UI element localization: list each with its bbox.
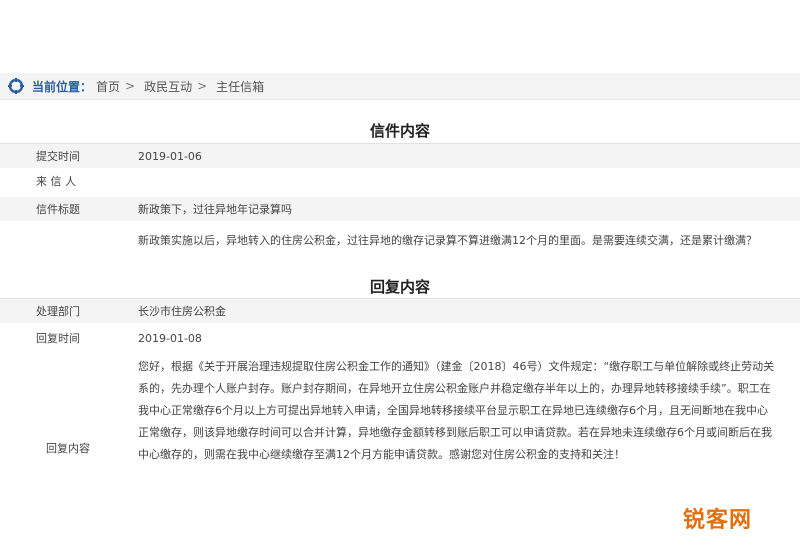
breadcrumb-separator: >	[197, 79, 208, 93]
site-watermark: 锐客网	[682, 508, 752, 533]
breadcrumb-current: 主任信箱	[216, 79, 265, 94]
subject-value: 新政策下，过往异地年记录算吗	[138, 203, 292, 216]
reply-section-title: 回复内容	[369, 278, 430, 296]
submit-time-value: 2019-01-06	[138, 149, 202, 163]
breadcrumb-separator: >	[125, 79, 136, 93]
reply-time-label: 回复时间	[36, 332, 80, 345]
breadcrumb-label: 当前位置：	[32, 79, 93, 94]
reply-time-value: 2019-01-08	[138, 331, 202, 345]
breadcrumb-interaction-link[interactable]: 政民互动	[144, 78, 192, 95]
reply-content: 您好，根据《关于开展治理违规提取住房公积金工作的通知》（建金〔2018〕46号）…	[138, 360, 775, 461]
dept-row: 处理部门 长沙市住房公积金	[0, 298, 800, 323]
reply-time-row: 回复时间 2019-01-08	[0, 326, 800, 350]
letter-section-title: 信件内容	[369, 122, 430, 140]
submit-time-row: 提交时间 2019-01-06	[0, 143, 800, 168]
submit-time-label: 提交时间	[36, 150, 80, 163]
sender-row: 来 信 人	[0, 169, 800, 193]
subject-row: 信件标题 新政策下，过往异地年记录算吗	[0, 197, 800, 221]
dept-value: 长沙市住房公积金	[138, 305, 226, 318]
dept-label: 处理部门	[36, 305, 80, 318]
sender-label: 来 信 人	[36, 175, 76, 188]
subject-label: 信件标题	[36, 203, 80, 216]
letter-content: 新政策实施以后，异地转入的住房公积金，过往异地的缴存记录算不算进缴满12个月的里…	[138, 234, 757, 247]
location-icon	[8, 78, 24, 94]
breadcrumb-home-link[interactable]: 首页	[96, 78, 120, 95]
breadcrumb: 当前位置： 首页 > 政民互动 > 主任信箱	[0, 73, 800, 100]
reply-content-label: 回复内容	[46, 442, 90, 455]
